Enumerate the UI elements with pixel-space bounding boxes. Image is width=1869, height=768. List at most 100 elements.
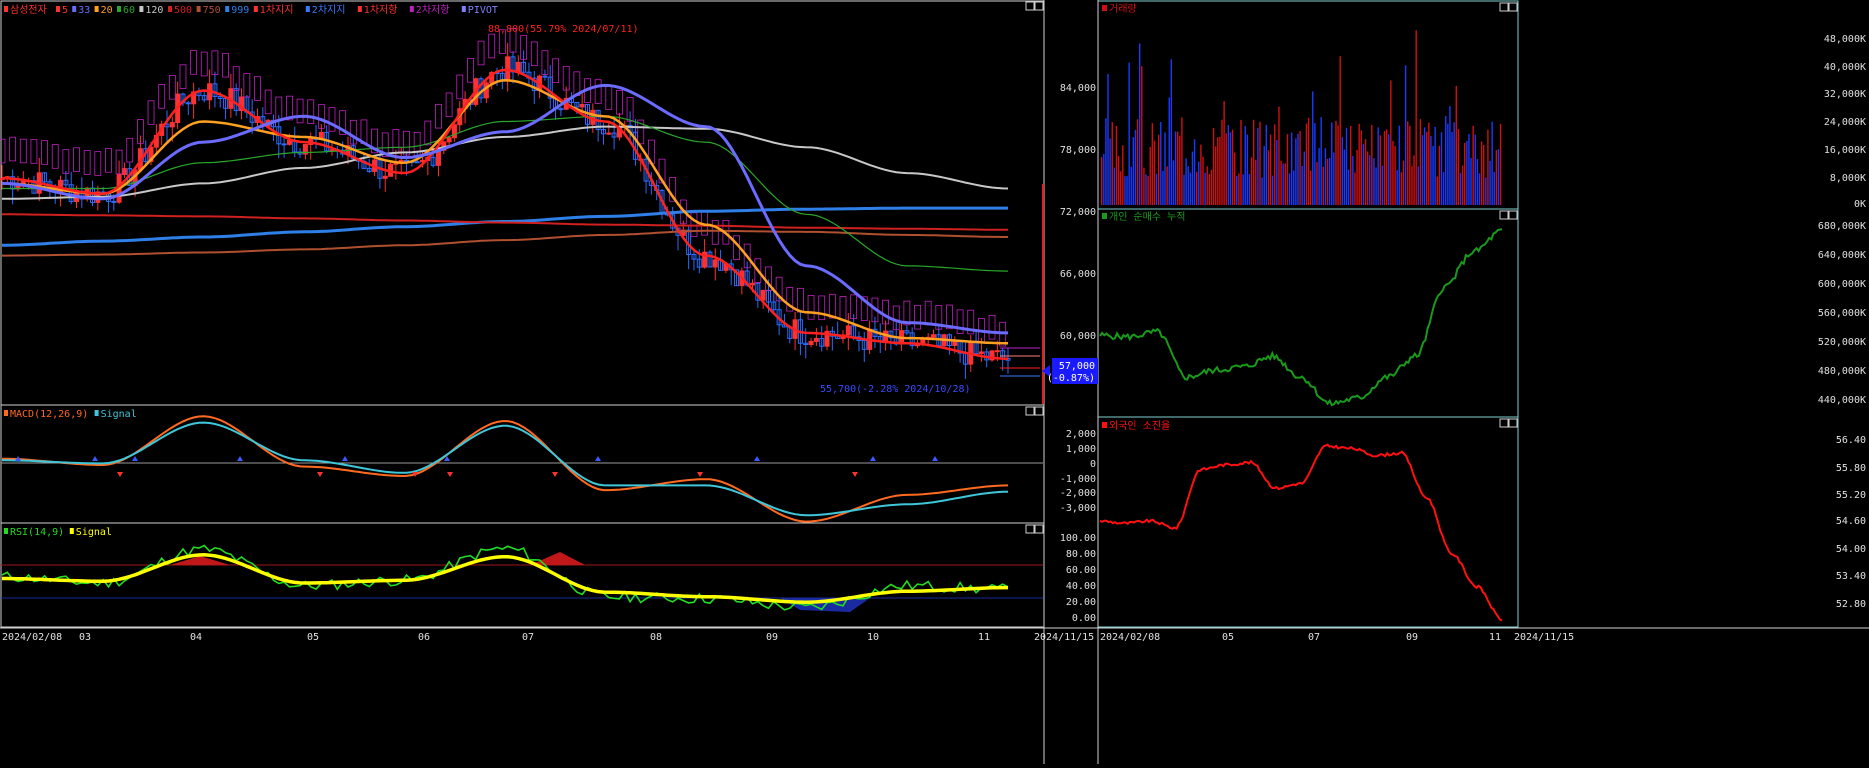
rsi-panel-controls[interactable] [1025, 524, 1044, 534]
volume-bar [1187, 166, 1189, 205]
volume-bar [1105, 118, 1107, 205]
volume-bar [1390, 80, 1392, 205]
volume-bar [1115, 125, 1118, 205]
foreign-legend[interactable]: 외국인 소진율 [1102, 420, 1170, 432]
volume-bar [1136, 119, 1139, 205]
main-panel-controls[interactable] [1025, 1, 1044, 11]
legend-item[interactable]: 1차저항 [364, 4, 398, 16]
close-icon[interactable] [1508, 2, 1518, 12]
volume-bar [1130, 166, 1132, 205]
volume-bar [1436, 176, 1438, 205]
close-icon[interactable] [1034, 524, 1044, 534]
legend-item[interactable]: 33 [78, 5, 90, 16]
volume-bar [1485, 177, 1487, 205]
legend-item[interactable]: RSI(14,9) [10, 527, 64, 538]
legend-item[interactable]: MACD(12,26,9) [10, 409, 88, 420]
candle-body [579, 103, 585, 108]
volume-bar [1352, 155, 1354, 205]
legend-item[interactable]: 2차지지 [312, 4, 346, 16]
close-icon[interactable] [1508, 210, 1518, 220]
volume-bar [1434, 126, 1436, 205]
macd-legend[interactable]: MACD(12,26,9) Signal [4, 409, 137, 420]
volume-bar [1255, 159, 1257, 205]
individual-panel-controls[interactable] [1499, 210, 1518, 220]
candle-body [930, 334, 936, 338]
legend-item[interactable]: 5 [62, 5, 68, 16]
volume-bar [1461, 165, 1464, 205]
volume-bar [1470, 158, 1472, 205]
legend-swatch-icon [305, 6, 310, 12]
volume-bar [1449, 106, 1451, 205]
legend-swatch-icon [409, 6, 414, 12]
close-icon[interactable] [1508, 418, 1518, 428]
volume-bar [1153, 140, 1156, 205]
candle-body [712, 259, 718, 268]
volume-bar [1447, 123, 1449, 205]
volume-bar [1185, 158, 1187, 205]
price-tick-label: 72,000 [1060, 207, 1096, 218]
legend-item[interactable]: Signal [101, 409, 137, 420]
legend-item[interactable]: 삼성전자 [10, 4, 47, 16]
volume-bar [1339, 56, 1341, 205]
candle-body [994, 350, 1000, 353]
volume-bar [1147, 175, 1149, 205]
volume-bar [1364, 139, 1367, 205]
volume-bar [1337, 125, 1339, 205]
volume-bar [1347, 169, 1350, 205]
foreign-tick-label: 55.20 [1836, 490, 1866, 501]
legend-swatch-icon [461, 6, 466, 12]
volume-bar [1286, 134, 1289, 205]
volume-bar [1212, 127, 1215, 205]
legend-item[interactable]: 999 [231, 5, 249, 16]
maximize-icon[interactable] [1025, 406, 1035, 416]
volume-bar [1242, 174, 1244, 205]
candle-body [515, 61, 521, 73]
maximize-icon[interactable] [1025, 524, 1035, 534]
candle-body [813, 337, 819, 342]
individual-legend[interactable]: 개인 순매수 누적 [1102, 211, 1185, 223]
legend-item[interactable]: 60 [123, 5, 135, 16]
close-icon[interactable] [1034, 406, 1044, 416]
volume-panel-controls[interactable] [1499, 2, 1518, 12]
volume-bar [1453, 122, 1455, 205]
volume-bar [1233, 152, 1236, 205]
legend-item[interactable]: 20 [101, 5, 113, 16]
volume-bar [1202, 156, 1204, 205]
volume-bar [1335, 120, 1337, 205]
legend-item[interactable]: 2차저항 [416, 4, 450, 16]
maximize-icon[interactable] [1025, 1, 1035, 11]
x-tick-label: 11 [1489, 632, 1501, 643]
volume-bar [1117, 156, 1120, 205]
legend-item[interactable]: 120 [145, 5, 163, 16]
volume-bar [1426, 131, 1428, 205]
rsi-legend[interactable]: RSI(14,9) Signal [4, 527, 112, 538]
volume-bar [1440, 132, 1443, 205]
macd-panel-controls[interactable] [1025, 406, 1044, 416]
volume-bar [1305, 123, 1308, 205]
rsi-tick-label: 40.00 [1066, 581, 1096, 592]
legend-item[interactable]: 500 [174, 5, 192, 16]
legend-item[interactable]: Signal [76, 527, 112, 538]
maximize-icon[interactable] [1499, 2, 1509, 12]
close-icon[interactable] [1034, 1, 1044, 11]
candle-body [121, 168, 127, 175]
maximize-icon[interactable] [1499, 210, 1509, 220]
volume-bar [1111, 122, 1113, 205]
volume-bar [1457, 128, 1460, 205]
volume-bar [1314, 123, 1316, 205]
x-tick-label: 2024/11/15 [1034, 632, 1094, 643]
maximize-icon[interactable] [1499, 418, 1509, 428]
legend-item[interactable]: PIVOT [468, 5, 498, 16]
legend-swatch-icon [4, 528, 8, 534]
legend-swatch-icon [357, 6, 362, 12]
legend-item[interactable]: 750 [203, 5, 221, 16]
volume-bar [1320, 117, 1322, 205]
volume-bar [1274, 124, 1276, 205]
volume-bar [1411, 166, 1413, 205]
volume-bar [1214, 146, 1217, 205]
volume-bar [1162, 170, 1164, 205]
legend-item[interactable]: 1차지지 [260, 4, 294, 16]
foreign-panel-controls[interactable] [1499, 418, 1518, 428]
volume-bar [1472, 125, 1474, 205]
volume-bar [1392, 141, 1394, 205]
